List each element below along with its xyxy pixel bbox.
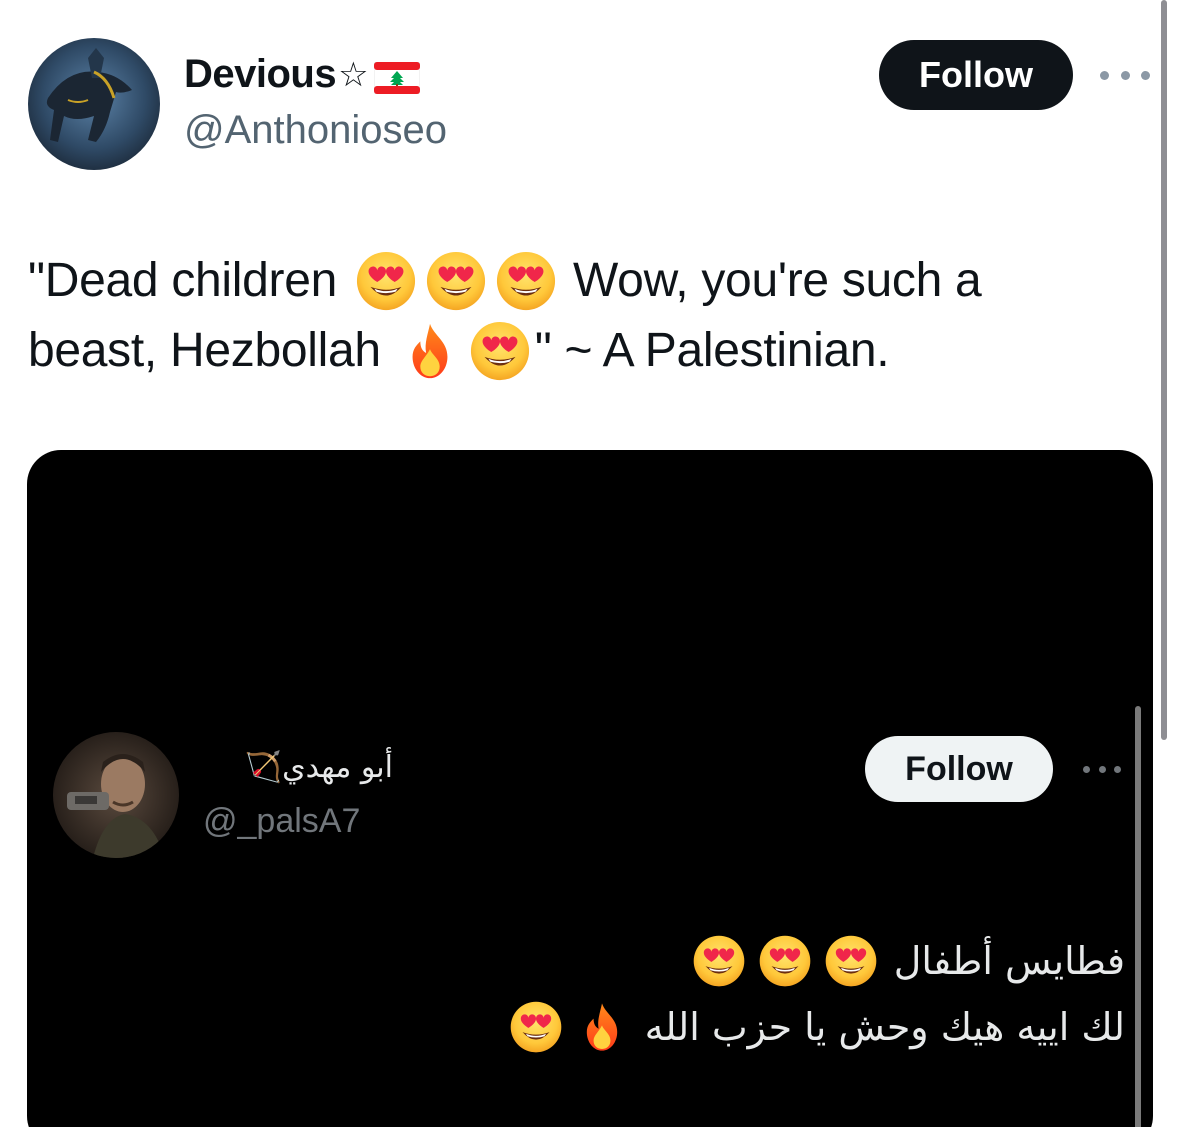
embedded-more-options-icon (1083, 764, 1121, 774)
embedded-text-segment: لك اييه هيك وحش يا حزب الله (644, 1005, 1125, 1049)
fire-emoji-icon (399, 320, 461, 382)
embedded-follow-button: Follow (865, 736, 1053, 802)
tweet-text-segment: "Dead children (28, 254, 338, 307)
tweet-text-line-1: "Dead children Wow, you're such a (28, 246, 1108, 316)
heart-eyes-emoji-icon (824, 934, 878, 988)
author-handle[interactable]: @Anthonioseo (184, 108, 447, 153)
more-options-icon[interactable] (1100, 60, 1150, 90)
fire-emoji-icon (575, 1000, 629, 1054)
author-display-name[interactable]: Devious ☆ (184, 52, 421, 97)
embedded-scrollbar (1135, 706, 1141, 1127)
heart-eyes-emoji-icon (469, 320, 531, 382)
embedded-tweet-text-line-2: لك اييه هيك وحش يا حزب الله (225, 994, 1125, 1060)
heart-eyes-emoji-icon (425, 250, 487, 312)
media-image[interactable]: أبو مهدي🏹 @_palsA7 Follow فطايس أطفال لك… (27, 450, 1153, 1127)
tweet-detail-page: Devious ☆ @Anthonioseo Follow "Dead chil… (0, 0, 1179, 1127)
page-scrollbar[interactable] (1161, 0, 1167, 740)
heart-eyes-emoji-icon (495, 250, 557, 312)
embedded-tweet-text-line-1: فطايس أطفال (225, 928, 1125, 994)
heart-eyes-emoji-icon (355, 250, 417, 312)
embedded-author-display-name: أبو مهدي🏹 (244, 750, 393, 785)
embedded-author-handle: @_palsA7 (203, 802, 361, 840)
tweet-text-segment: beast, Hezbollah (28, 324, 381, 377)
tweet-text: "Dead children Wow, you're such a beast,… (28, 246, 1108, 386)
embedded-tweet-text: فطايس أطفال لك اييه هيك وحش يا حزب الله (225, 928, 1125, 1060)
star-symbol: ☆ (338, 55, 369, 94)
heart-eyes-emoji-icon (758, 934, 812, 988)
tweet-text-line-2: beast, Hezbollah " ~ A Palestinian. (28, 316, 1108, 386)
heart-eyes-emoji-icon (509, 1000, 563, 1054)
tweet-text-segment: Wow, you're such a (573, 254, 982, 307)
lebanon-flag-icon (373, 59, 421, 94)
follow-button[interactable]: Follow (879, 40, 1073, 110)
heart-eyes-emoji-icon (692, 934, 746, 988)
embedded-author-avatar (53, 732, 179, 858)
tweet-text-segment: " ~ A Palestinian. (534, 324, 890, 377)
display-name-text: Devious (184, 52, 337, 96)
embedded-text-segment: فطايس أطفال (893, 939, 1125, 983)
author-avatar[interactable] (28, 38, 160, 170)
